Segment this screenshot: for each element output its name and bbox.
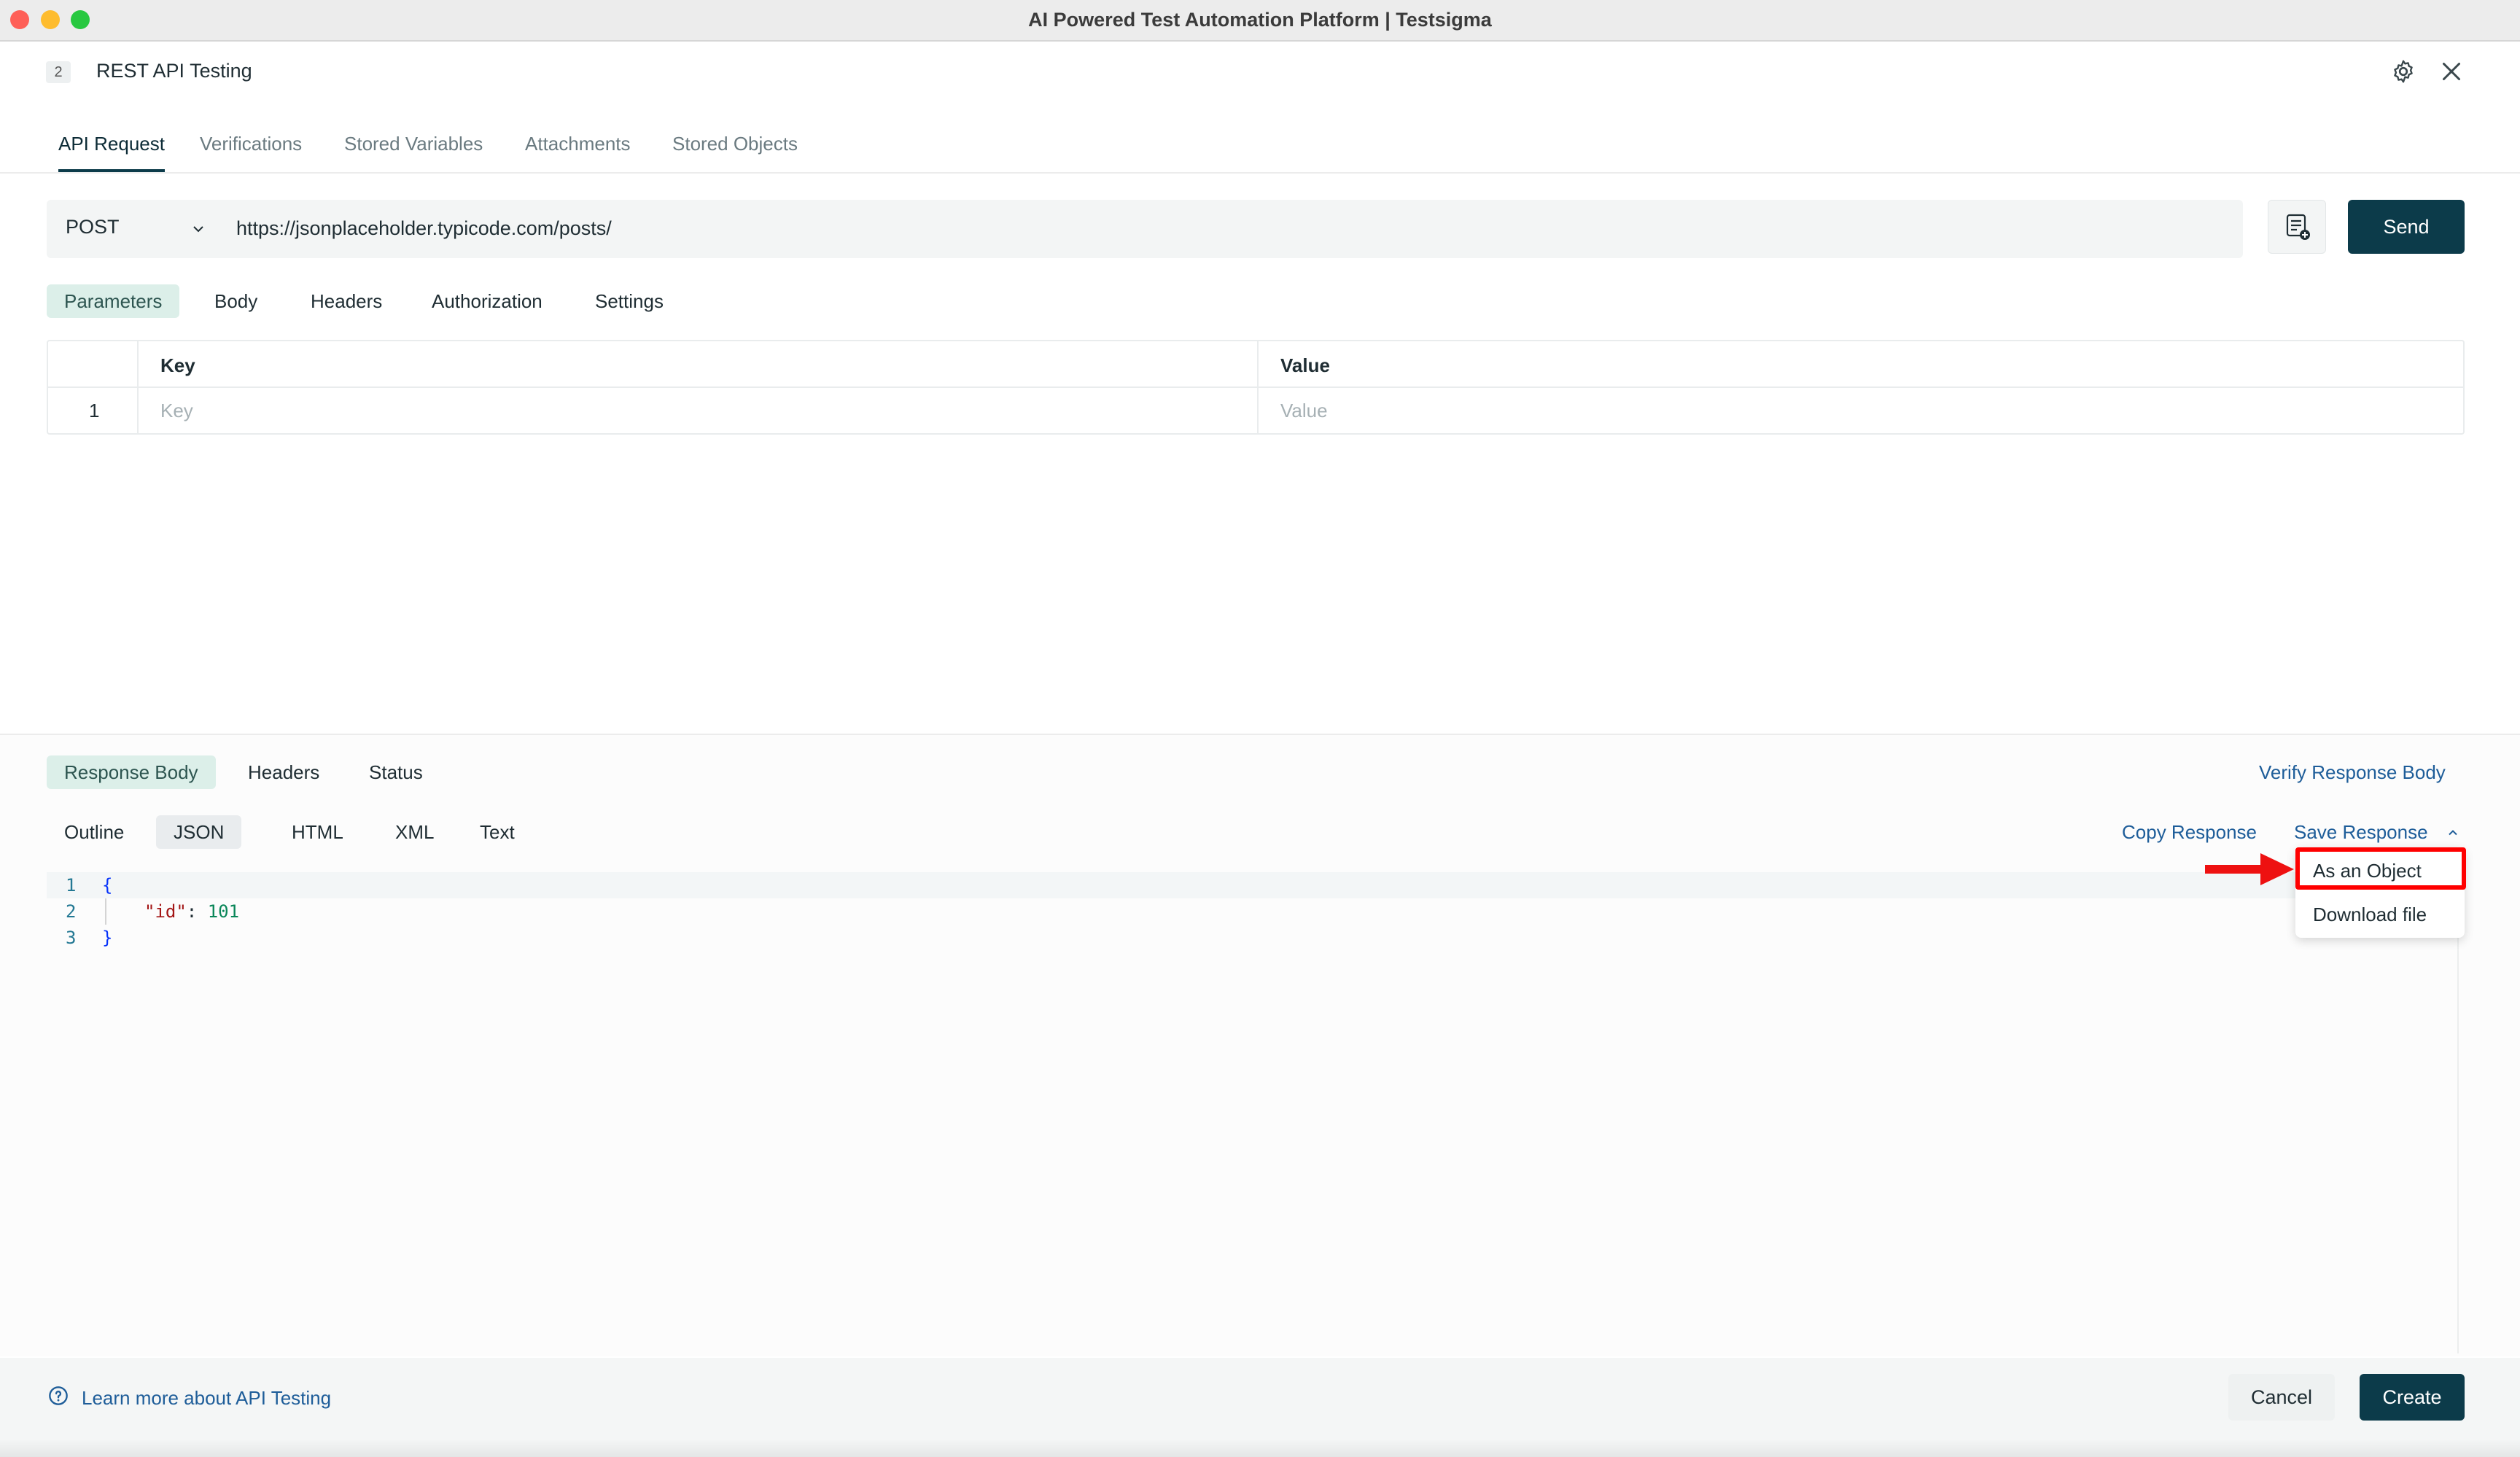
code-line: 1 { bbox=[47, 872, 2453, 898]
footer-bar bbox=[0, 1358, 2520, 1439]
tab-stored-objects[interactable]: Stored Objects bbox=[672, 125, 798, 172]
http-method-select[interactable]: POST bbox=[66, 216, 120, 238]
step-number-badge: 2 bbox=[46, 61, 71, 83]
column-divider bbox=[137, 341, 139, 435]
learn-more-link[interactable]: Learn more about API Testing bbox=[82, 1387, 331, 1410]
window-titlebar: AI Powered Test Automation Platform | Te… bbox=[0, 0, 2520, 42]
column-header-key: Key bbox=[160, 354, 195, 376]
code-line: 2 "id": 101 bbox=[47, 898, 2453, 925]
gear-icon[interactable] bbox=[2390, 58, 2416, 85]
chevron-up-icon[interactable] bbox=[2446, 825, 2460, 840]
add-document-button[interactable] bbox=[2268, 200, 2326, 254]
request-bar: POST https://jsonplaceholder.typicode.co… bbox=[47, 200, 2243, 258]
json-colon: : bbox=[186, 901, 208, 922]
tab-response-status[interactable]: Status bbox=[351, 755, 440, 789]
indent-guide bbox=[105, 898, 106, 925]
cancel-button[interactable]: Cancel bbox=[2228, 1374, 2335, 1421]
column-divider bbox=[1257, 341, 1259, 435]
code-text: { bbox=[102, 875, 113, 895]
help-circle-icon bbox=[49, 1386, 68, 1405]
tab-stored-variables[interactable]: Stored Variables bbox=[344, 125, 483, 172]
subtab-headers[interactable]: Headers bbox=[293, 284, 400, 318]
format-outline[interactable]: Outline bbox=[47, 815, 141, 849]
chevron-down-icon[interactable] bbox=[190, 220, 207, 238]
verify-response-body-link[interactable]: Verify Response Body bbox=[2259, 761, 2446, 784]
tab-verifications[interactable]: Verifications bbox=[200, 125, 302, 172]
bottom-edge bbox=[0, 1439, 2520, 1457]
tab-api-request[interactable]: API Request bbox=[58, 125, 165, 172]
format-xml[interactable]: XML bbox=[378, 815, 451, 849]
menu-item-download-file[interactable]: Download file bbox=[2295, 893, 2465, 936]
line-number: 3 bbox=[66, 928, 77, 948]
subtab-parameters[interactable]: Parameters bbox=[47, 284, 180, 318]
row-index: 1 bbox=[89, 400, 100, 421]
save-response-link[interactable]: Save Response bbox=[2294, 821, 2428, 844]
subtab-body[interactable]: Body bbox=[197, 284, 275, 318]
tab-attachments[interactable]: Attachments bbox=[525, 125, 631, 172]
json-key: "id" bbox=[144, 901, 187, 922]
format-json[interactable]: JSON bbox=[156, 815, 242, 849]
code-text: } bbox=[102, 928, 113, 948]
column-header-value: Value bbox=[1280, 354, 1330, 376]
tab-response-headers[interactable]: Headers bbox=[230, 755, 337, 789]
copy-response-link[interactable]: Copy Response bbox=[2122, 821, 2257, 844]
json-value: 101 bbox=[207, 901, 240, 922]
line-number: 1 bbox=[66, 875, 77, 895]
response-code-editor[interactable]: 1 { 2 "id": 101 3 } bbox=[47, 872, 2453, 1353]
create-button[interactable]: Create bbox=[2360, 1374, 2465, 1421]
subtab-authorization[interactable]: Authorization bbox=[414, 284, 560, 318]
table-row: 1 Key Value bbox=[48, 388, 2463, 435]
tab-response-body[interactable]: Response Body bbox=[47, 755, 216, 789]
subtab-settings[interactable]: Settings bbox=[578, 284, 681, 318]
key-input[interactable]: Key bbox=[160, 400, 193, 422]
value-input[interactable]: Value bbox=[1280, 400, 1328, 422]
table-header: Key Value bbox=[48, 341, 2463, 388]
editor-scrollbar[interactable] bbox=[2457, 872, 2459, 1353]
annotation-arrow-icon bbox=[2205, 853, 2294, 885]
close-icon[interactable] bbox=[2438, 58, 2465, 85]
line-number: 2 bbox=[66, 901, 77, 922]
format-html[interactable]: HTML bbox=[274, 815, 361, 849]
step-title: REST API Testing bbox=[96, 60, 252, 82]
code-line: 3 } bbox=[47, 925, 2453, 951]
window-title: AI Powered Test Automation Platform | Te… bbox=[1028, 9, 1492, 31]
document-add-icon bbox=[2286, 214, 2310, 240]
parameters-table: Key Value 1 Key Value bbox=[47, 340, 2465, 435]
highlight-box bbox=[2295, 847, 2466, 890]
send-button[interactable]: Send bbox=[2348, 200, 2465, 254]
url-input[interactable]: https://jsonplaceholder.typicode.com/pos… bbox=[236, 217, 612, 240]
tabs-divider bbox=[0, 172, 2520, 174]
code-text: "id": 101 bbox=[144, 898, 239, 925]
format-text[interactable]: Text bbox=[462, 815, 532, 849]
